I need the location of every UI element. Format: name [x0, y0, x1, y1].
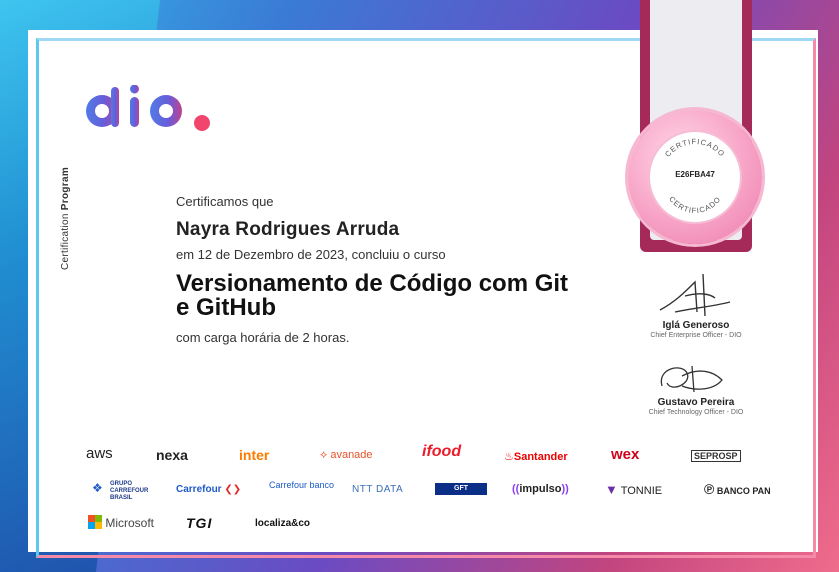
signature-1-scribble [659, 273, 731, 317]
partner-tonnie: ▼ TONNIE [605, 482, 662, 497]
signature-1-role: Chief Enterprise Officer - DIO [650, 332, 742, 339]
certificate-body: Certificamos que Nayra Rodrigues Arruda … [176, 194, 636, 345]
partner-grupo-carrefour-label: GRUPO CARREFOUR BRASIL [110, 481, 149, 501]
partner-impulso-label: impulso [519, 483, 562, 495]
partner-carrefour-banco: Carrefour banco [269, 480, 334, 490]
partner-nexa: nexa [156, 447, 188, 463]
course-title: Versionamento de Código com Git e GitHub [176, 272, 636, 320]
partner-impulso: ((impulso)) [512, 483, 569, 495]
signature-2: Gustavo Pereira Chief Technology Officer… [636, 397, 756, 416]
partner-tonnie-label: TONNIE [620, 485, 663, 497]
partner-tgi: TGI [186, 515, 213, 531]
side-label-b: Program [60, 166, 71, 211]
partner-inter: inter [239, 447, 270, 463]
svg-text:CERTIFICADO: CERTIFICADO [667, 194, 723, 215]
partner-aws: aws [86, 445, 113, 462]
partner-carrefour-banco-label: Carrefour banco [269, 480, 335, 490]
partner-avanade-label: avanade [330, 449, 373, 461]
carrefour-c-icon: ❮❯ [221, 484, 242, 495]
partner-carrefour: Carrefour ❮❯ [176, 484, 241, 495]
course-hours: com carga horária de 2 horas. [176, 330, 350, 345]
course-title-line2: e GitHub [176, 294, 276, 321]
side-label-a: Certification [60, 213, 71, 270]
carrefour-icon: ❖ [92, 481, 103, 495]
certify-line: Certificamos que [176, 194, 274, 209]
seal-top-text: CERTIFICADO [663, 137, 726, 159]
impulso-right-icon: )) [561, 483, 569, 495]
signature-1-name: Iglá Generoso [662, 320, 730, 331]
course-title-line1: Versionamento de Código com Git [176, 270, 569, 297]
santander-flame-icon: ♨ [504, 451, 514, 463]
pan-p-icon: ℗ [704, 481, 715, 497]
certificate-code: E26FBA47 [675, 170, 715, 179]
tonnie-fox-icon: ▼ [605, 482, 618, 497]
partner-santander: ♨Santander [504, 450, 568, 463]
partner-gft: GFT [435, 483, 487, 495]
microsoft-icon [88, 515, 102, 529]
student-name: Nayra Rodrigues Arruda [176, 219, 400, 240]
dio-logo [86, 85, 210, 131]
partner-wex: wex [611, 446, 640, 463]
partner-localiza: localiza&co [255, 518, 311, 529]
partner-microsoft: Microsoft [88, 515, 154, 530]
partner-seprosp: SEPROSP [691, 450, 741, 462]
partner-banco-pan: ℗ BANCO PAN [704, 481, 771, 497]
signature-1: Iglá Generoso Chief Enterprise Officer -… [636, 320, 756, 339]
svg-text:CERTIFICADO: CERTIFICADO [663, 137, 727, 159]
seal-inner: CERTIFICADO CERTIFICADO E26FBA47 [650, 132, 740, 222]
partner-microsoft-label: Microsoft [105, 516, 155, 530]
certificate-seal: CERTIFICADO CERTIFICADO E26FBA47 [628, 110, 762, 244]
partner-avanade: ⟡ avanade [320, 449, 373, 462]
partner-ntt-data: NTT DATA [352, 484, 404, 495]
completion-date-line: em 12 de Dezembro de 2023, concluiu o cu… [176, 247, 446, 262]
signature-2-name: Gustavo Pereira [657, 397, 735, 408]
partner-carrefour-label: Carrefour [176, 484, 222, 495]
partner-grupo-carrefour: ❖ GRUPO CARREFOUR BRASIL [88, 481, 170, 502]
partner-santander-label: Santander [513, 451, 568, 463]
signature-2-scribble [660, 365, 723, 393]
seal-bottom-text: CERTIFICADO [667, 194, 722, 215]
avanade-icon: ⟡ [320, 449, 331, 461]
certification-program-label: Certification Program [60, 150, 71, 270]
partner-banco-pan-label: BANCO PAN [716, 486, 771, 496]
partner-ifood: ifood [422, 443, 462, 460]
signature-2-role: Chief Technology Officer - DIO [648, 409, 744, 416]
